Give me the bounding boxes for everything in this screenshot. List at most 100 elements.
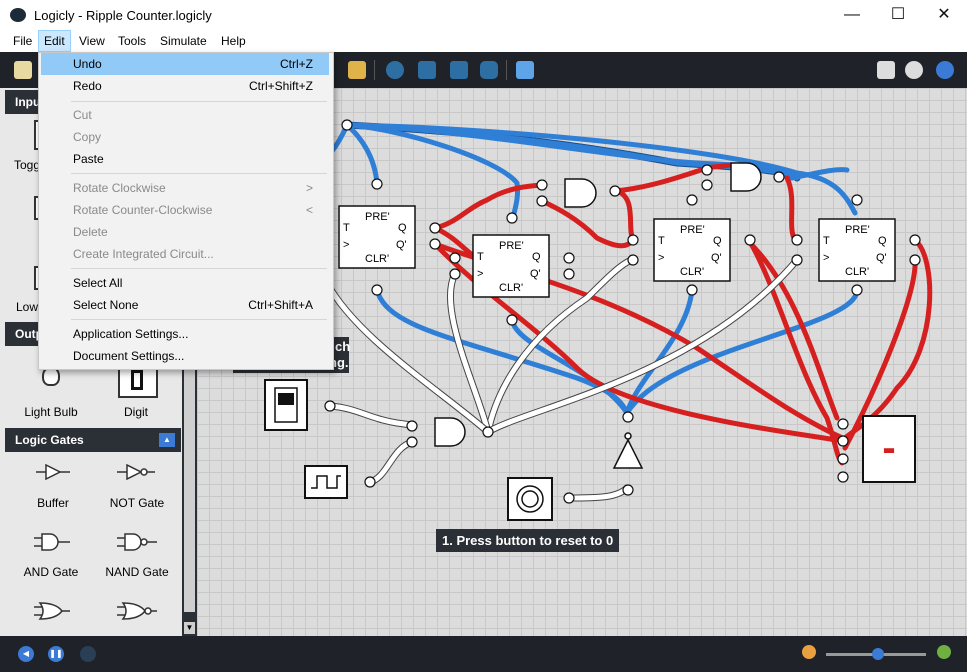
connector[interactable] (701, 164, 713, 176)
flip-flop-1[interactable]: PRE' T > Q Q' CLR' (338, 205, 416, 269)
and-gate-3[interactable] (434, 417, 466, 447)
flip-flop-3[interactable]: PRE' T > Q Q' CLR' (653, 218, 731, 282)
nor-gate-icon[interactable] (117, 602, 157, 620)
zoom-out-icon[interactable] (802, 645, 816, 659)
connector[interactable] (701, 179, 713, 191)
connector[interactable] (686, 284, 698, 296)
flip-flop-4[interactable]: PRE' T > Q Q' CLR' (818, 218, 896, 282)
connector[interactable] (773, 171, 785, 183)
zoom-slider-thumb[interactable] (872, 648, 884, 660)
and-gate-2[interactable] (730, 162, 762, 192)
connector[interactable] (506, 314, 518, 326)
connector[interactable] (627, 234, 639, 246)
connector[interactable] (791, 254, 803, 266)
connector[interactable] (837, 453, 849, 465)
menu-item-rotate-cw: Rotate Clockwise > (73, 181, 313, 195)
digit-segment-icon (131, 370, 143, 390)
connector[interactable] (364, 476, 376, 488)
ff-clk-label: > (477, 268, 483, 280)
connector[interactable] (449, 252, 461, 264)
truth-table-icon[interactable] (516, 61, 534, 79)
rotate-icon[interactable] (386, 61, 404, 79)
connector[interactable] (609, 185, 621, 197)
connector[interactable] (851, 194, 863, 206)
connector[interactable] (429, 238, 441, 250)
connector[interactable] (851, 284, 863, 296)
menu-item-paste[interactable]: Paste (41, 148, 329, 170)
connector[interactable] (909, 234, 921, 246)
flip-flop-2[interactable]: PRE' T > Q Q' CLR' (472, 234, 550, 298)
menu-item-app-settings[interactable]: Application Settings... (41, 323, 329, 345)
connector[interactable] (406, 436, 418, 448)
connector[interactable] (686, 194, 698, 206)
close-button[interactable]: ✕ (921, 0, 967, 30)
step-back-icon[interactable]: ◀ (18, 646, 34, 662)
new-file-icon[interactable] (14, 61, 32, 79)
connector[interactable] (324, 400, 336, 412)
zoom-in-icon[interactable] (937, 645, 951, 659)
menu-simulate[interactable]: Simulate (155, 30, 212, 52)
not-gate[interactable] (612, 438, 644, 469)
and-gate-1[interactable] (564, 178, 597, 208)
connector[interactable] (536, 195, 548, 207)
gear-icon[interactable] (905, 61, 923, 79)
step-forward-icon[interactable] (80, 646, 96, 662)
buffer-gate-icon[interactable] (36, 464, 70, 480)
ff-q-label: Q (398, 222, 407, 234)
export-image-icon[interactable] (877, 61, 895, 79)
connector[interactable] (406, 420, 418, 432)
integrated-circuit-icon[interactable] (480, 61, 498, 79)
menu-item-undo[interactable]: Undo Ctrl+Z (41, 53, 329, 75)
connector[interactable] (909, 254, 921, 266)
or-gate-icon[interactable] (34, 602, 70, 620)
pause-icon[interactable]: ❚❚ (48, 646, 64, 662)
menu-item-select-all[interactable]: Select All (41, 272, 329, 294)
connector[interactable] (622, 411, 634, 423)
collapse-arrow-icon[interactable]: ▲ (159, 433, 175, 447)
nand-gate-icon[interactable] (117, 533, 157, 551)
connector[interactable] (563, 252, 575, 264)
connector[interactable] (791, 234, 803, 246)
connector[interactable] (563, 268, 575, 280)
connector[interactable] (482, 426, 494, 438)
maximize-button[interactable]: ☐ (875, 0, 921, 30)
menu-item-redo[interactable]: Redo Ctrl+Shift+Z (41, 75, 329, 97)
connector[interactable] (506, 212, 518, 224)
menu-help[interactable]: Help (216, 30, 251, 52)
connector[interactable] (563, 492, 575, 504)
and-gate-icon[interactable] (34, 533, 70, 551)
connector[interactable] (371, 284, 383, 296)
connector[interactable] (449, 268, 461, 280)
window-title: Logicly - Ripple Counter.logicly (34, 8, 212, 23)
connector[interactable] (837, 418, 849, 430)
logic-gates-header[interactable]: Logic Gates ▲ (5, 428, 181, 452)
digit-display-value: - (882, 426, 895, 470)
connector[interactable] (744, 234, 756, 246)
menu-item-select-none[interactable]: Select None Ctrl+Shift+A (41, 294, 329, 316)
paste-icon[interactable] (348, 61, 366, 79)
connector[interactable] (536, 179, 548, 191)
connector[interactable] (837, 471, 849, 483)
connector[interactable] (622, 484, 634, 496)
menu-view[interactable]: View (74, 30, 110, 52)
align-right-icon[interactable] (450, 61, 468, 79)
menu-tools[interactable]: Tools (113, 30, 151, 52)
connector[interactable] (429, 222, 441, 234)
help-icon[interactable] (936, 61, 954, 79)
menu-item-doc-settings[interactable]: Document Settings... (41, 345, 329, 367)
not-gate-icon[interactable] (117, 464, 155, 480)
menu-edit[interactable]: Edit (38, 30, 71, 52)
title-bar: Logicly - Ripple Counter.logicly — ☐ ✕ (0, 0, 967, 30)
clock-input[interactable] (304, 465, 348, 499)
connector[interactable] (371, 178, 383, 190)
connector[interactable] (341, 119, 353, 131)
minimize-button[interactable]: — (829, 0, 875, 30)
scroll-down-icon[interactable]: ▼ (184, 622, 195, 634)
ff-t-label: T (823, 235, 830, 247)
low-label: Low (16, 300, 39, 314)
menu-file[interactable]: File (8, 30, 37, 52)
toggle-label: Togg (14, 158, 41, 172)
align-left-icon[interactable] (418, 61, 436, 79)
connector[interactable] (837, 435, 849, 447)
connector[interactable] (627, 254, 639, 266)
